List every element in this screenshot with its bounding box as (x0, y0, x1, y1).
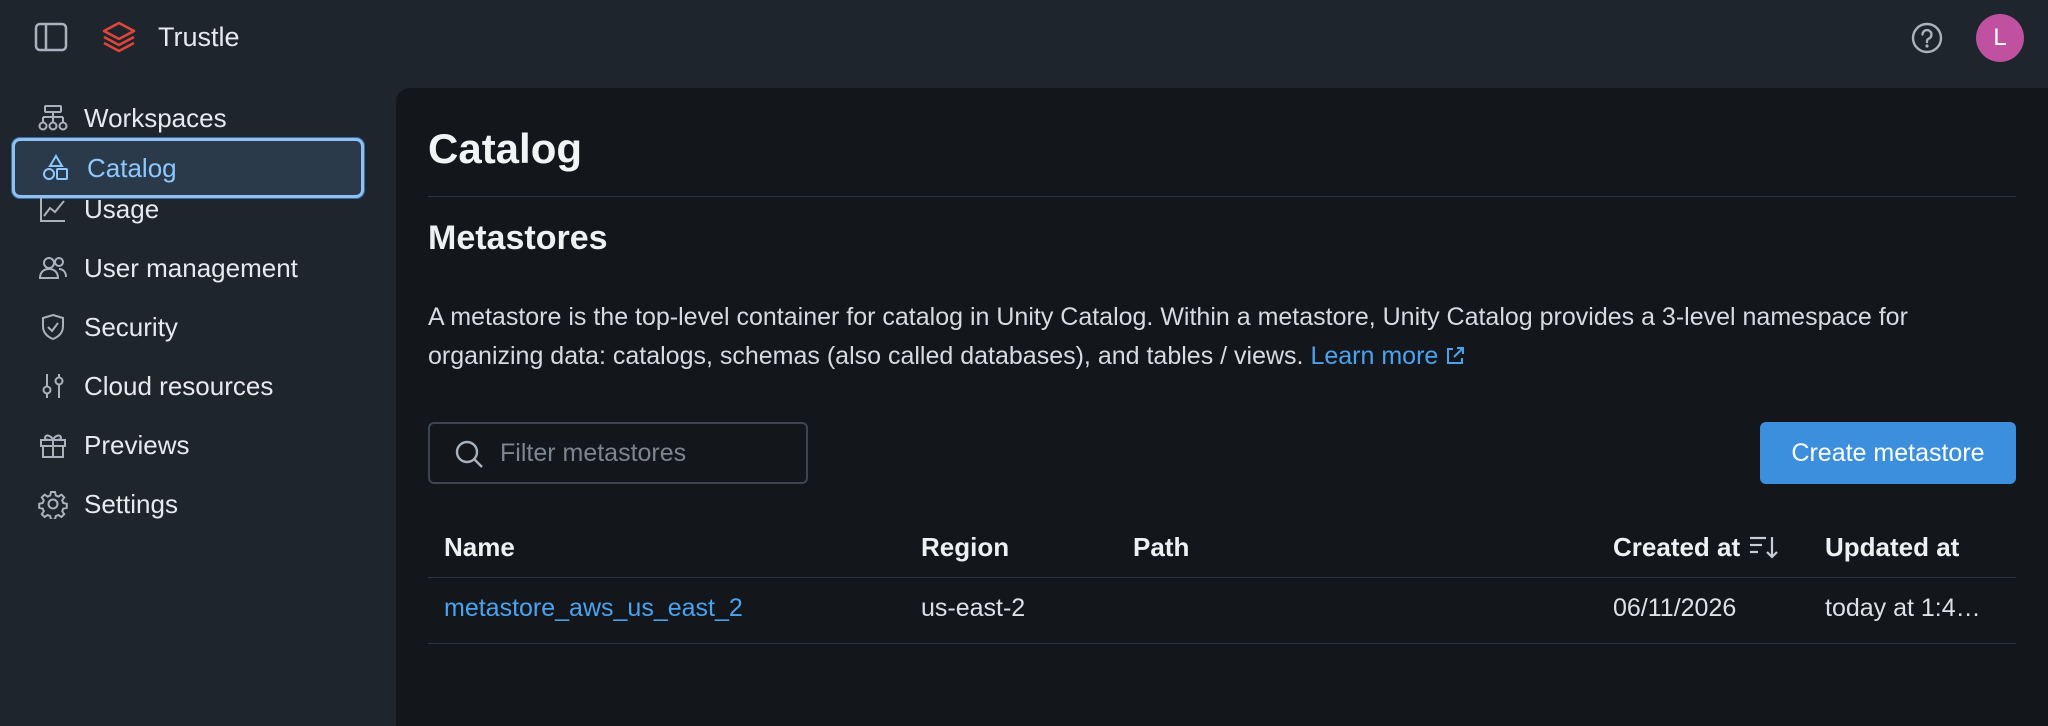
description-text: A metastore is the top-level container f… (428, 303, 1908, 370)
users-icon (36, 251, 70, 285)
column-header-created-at[interactable]: Created at (1613, 532, 1780, 563)
sidebar-item-label: Settings (84, 488, 178, 519)
metastore-description: A metastore is the top-level container f… (428, 298, 2028, 376)
main-panel: Catalog Metastores A metastore is the to… (396, 88, 2048, 726)
filter-metastores-field[interactable] (428, 422, 808, 484)
top-bar: Trustle L (0, 0, 2048, 74)
sidebar-item-label: Usage (84, 193, 160, 224)
column-header-created-at-label: Created at (1613, 532, 1741, 562)
sidebar-toggle-icon[interactable] (34, 21, 68, 53)
title-divider (428, 196, 2016, 197)
page-title: Catalog (428, 125, 583, 172)
created-at-cell: 06/11/2026 (1613, 594, 1737, 622)
search-icon (454, 439, 484, 469)
table-header-row: Name Region Path Created at Updated at (428, 518, 2016, 578)
sidebar-item-label: User management (84, 252, 298, 283)
metastores-table: Name Region Path Created at Updated at m… (428, 518, 2016, 644)
app-logo-icon[interactable] (100, 19, 138, 57)
sidebar-item-usage[interactable]: Usage (12, 181, 364, 237)
sidebar-item-label: Previews (84, 429, 190, 460)
learn-more-label: Learn more (1310, 342, 1439, 370)
metastore-name-link[interactable]: metastore_aws_us_east_2 (444, 594, 743, 623)
sidebar-item-security[interactable]: Security (12, 299, 364, 355)
column-header-name[interactable]: Name (444, 532, 515, 563)
sidebar-item-label: Cloud resources (84, 370, 274, 401)
sidebar-item-user-management[interactable]: User management (12, 240, 364, 296)
sidebar-item-label: Security (84, 311, 178, 342)
sort-descending-icon[interactable] (1748, 533, 1780, 561)
chart-line-icon (36, 192, 70, 226)
sidebar-item-previews[interactable]: Previews (12, 417, 364, 473)
help-icon[interactable] (1910, 21, 1944, 55)
sidebar-item-label: Catalog (87, 152, 177, 183)
gear-icon (36, 487, 70, 521)
filter-metastores-input[interactable] (500, 432, 800, 474)
column-header-path[interactable]: Path (1133, 532, 1189, 563)
table-row[interactable]: metastore_aws_us_east_2 us-east-2 06/11/… (428, 578, 2016, 644)
column-header-region[interactable]: Region (921, 532, 1009, 563)
create-metastore-button[interactable]: Create metastore (1760, 422, 2016, 484)
catalog-icon (39, 151, 73, 185)
updated-at-cell: today at 1:4… (1825, 594, 1981, 622)
sidebar-item-settings[interactable]: Settings (12, 476, 364, 532)
sidebar-item-cloud-resources[interactable]: Cloud resources (12, 358, 364, 414)
shield-icon (36, 310, 70, 344)
sidebar-item-label: Workspaces (84, 102, 227, 133)
sliders-icon (36, 369, 70, 403)
region-cell: us-east-2 (921, 594, 1026, 622)
user-avatar[interactable]: L (1976, 14, 2024, 62)
workspaces-icon (36, 101, 70, 135)
column-header-updated-at[interactable]: Updated at (1825, 532, 1959, 563)
gift-icon (36, 428, 70, 462)
learn-more-link[interactable]: Learn more (1310, 342, 1466, 370)
section-title: Metastores (428, 219, 608, 257)
external-link-icon (1444, 340, 1466, 364)
app-name: Trustle (158, 22, 240, 52)
